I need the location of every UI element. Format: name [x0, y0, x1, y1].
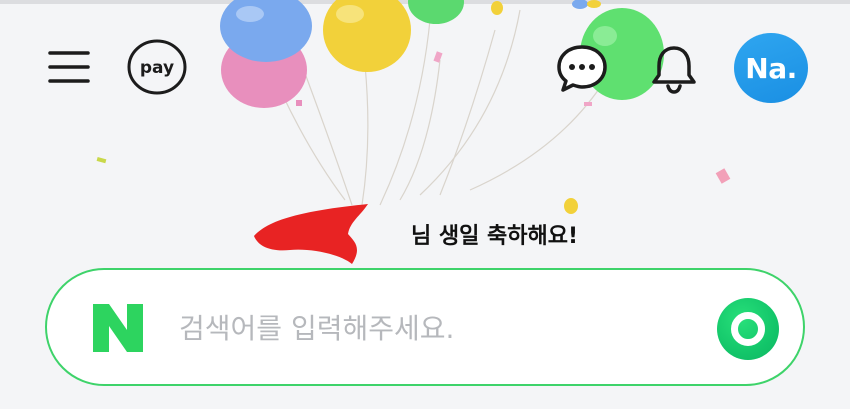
- redacted-name-scribble: [254, 204, 368, 264]
- bell-icon: [652, 46, 696, 94]
- menu-button[interactable]: [40, 40, 98, 94]
- search-input[interactable]: [179, 298, 699, 358]
- pay-button[interactable]: pay: [124, 38, 190, 96]
- search-submit-icon: [731, 312, 765, 346]
- search-submit-button[interactable]: [717, 298, 779, 360]
- search-bar: [45, 268, 805, 386]
- chat-button[interactable]: [552, 40, 612, 96]
- notifications-button[interactable]: [646, 40, 702, 96]
- avatar-initials: Na.: [745, 51, 797, 85]
- birthday-greeting-text: 님 생일 축하해요!: [410, 224, 578, 249]
- profile-avatar-button[interactable]: Na.: [734, 33, 808, 103]
- chat-icon: [557, 45, 607, 92]
- menu-icon: [48, 51, 90, 83]
- pay-label: pay: [140, 58, 174, 78]
- pay-icon: pay: [127, 39, 187, 95]
- naver-logo-icon[interactable]: [89, 300, 147, 356]
